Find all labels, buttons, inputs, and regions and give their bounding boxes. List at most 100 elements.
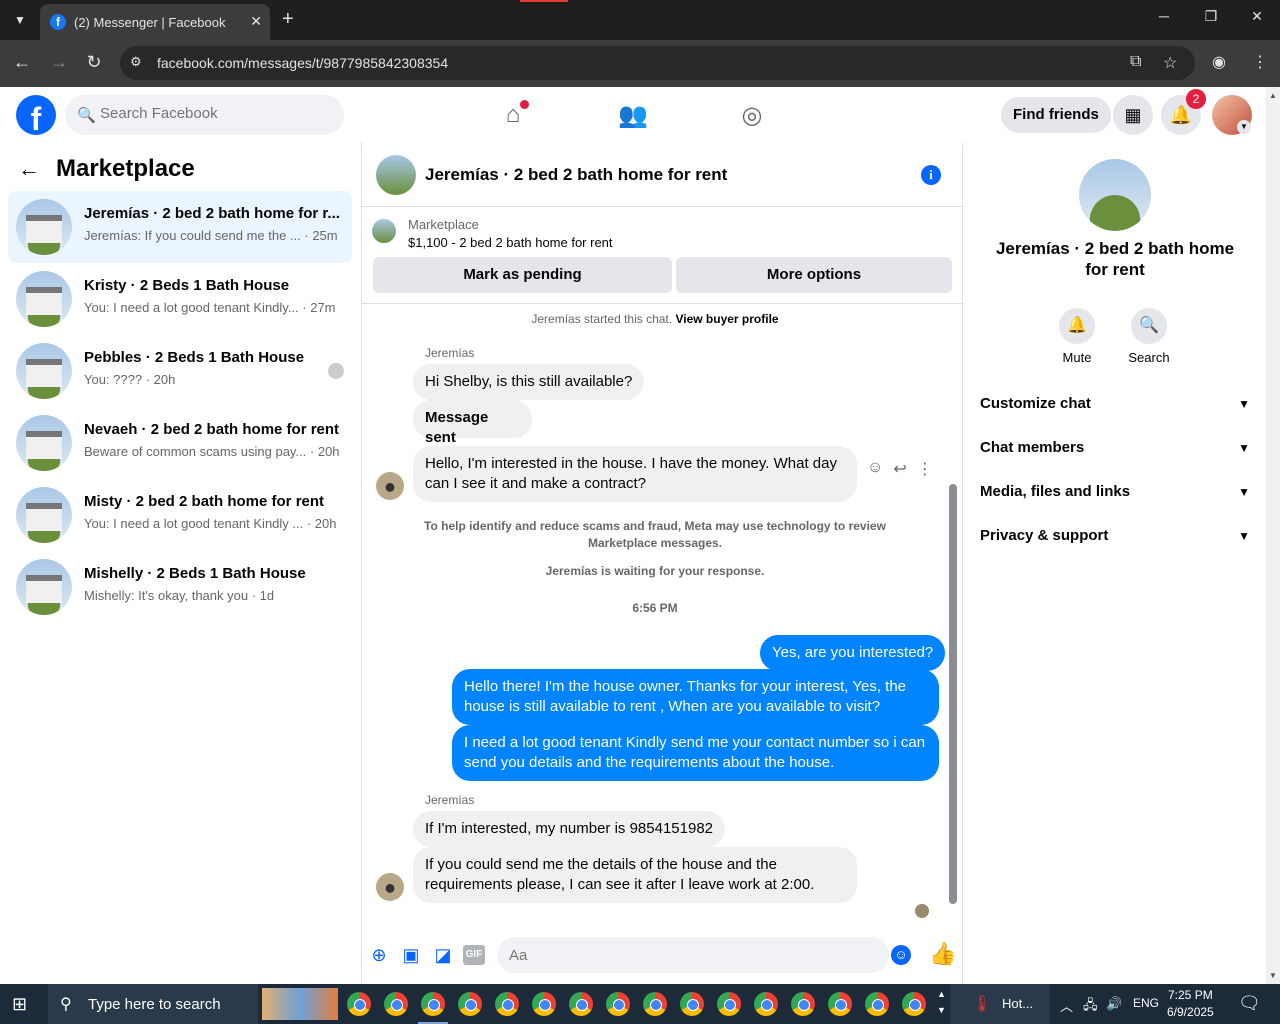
search-chat-button[interactable]: 🔍 Search (1119, 308, 1179, 365)
tab-close-icon[interactable]: ✕ (250, 13, 262, 30)
conversation-item[interactable]: Mishelly · 2 Beds 1 Bath House Mishelly:… (8, 551, 352, 623)
chat-title[interactable]: Jeremías · 2 bed 2 bath home for rent (425, 165, 727, 185)
scroll-up-icon[interactable]: ▲ (1269, 91, 1277, 100)
media-files-links-section[interactable]: Media, files and links ▼ (980, 477, 1250, 507)
chrome-taskbar-icon[interactable] (717, 992, 741, 1016)
language-indicator[interactable]: ENG (1133, 996, 1159, 1010)
browser-menu-icon[interactable]: ⋮ (1252, 52, 1268, 72)
conversation-item[interactable]: Kristy · 2 Beds 1 Bath House You: I need… (8, 263, 352, 335)
chrome-taskbar-icon[interactable] (680, 992, 704, 1016)
network-icon[interactable]: 🖧 (1083, 996, 1098, 1018)
chrome-taskbar-icon[interactable] (828, 992, 852, 1016)
like-icon[interactable]: 👍 (929, 941, 956, 967)
sticker-icon[interactable]: ◪ (433, 945, 453, 965)
chrome-taskbar-icon[interactable] (347, 992, 371, 1016)
sender-avatar[interactable] (376, 472, 404, 500)
site-info-icon[interactable]: ⚙ (130, 54, 142, 70)
facebook-search[interactable]: 🔍 (65, 95, 344, 135)
photo-icon[interactable]: ▣ (401, 945, 421, 965)
conversation-item[interactable]: Nevaeh · 2 bed 2 bath home for rent Bewa… (8, 407, 352, 479)
page-scrollbar[interactable]: ▲ ▼ (1266, 87, 1280, 984)
taskbar-overflow-arrows-icon[interactable]: ▲ ▼ (937, 986, 946, 1018)
bookmark-star-icon[interactable]: ☆ (1163, 53, 1177, 73)
address-bar[interactable]: ⚙ facebook.com/messages/t/98779858423083… (120, 46, 1195, 80)
incoming-message[interactable]: If I'm interested, my number is 98541519… (413, 811, 726, 847)
menu-grid-icon[interactable]: ▦ (1113, 95, 1153, 135)
back-icon[interactable]: ← (10, 52, 34, 73)
action-center-icon[interactable]: 🗨 (1238, 993, 1261, 1014)
listing-thumbnail (16, 559, 72, 615)
chrome-taskbar-icon[interactable] (495, 992, 519, 1016)
find-friends-button[interactable]: Find friends (1001, 97, 1111, 133)
chat-members-section[interactable]: Chat members ▼ (980, 433, 1250, 463)
chrome-taskbar-icon[interactable] (569, 992, 593, 1016)
account-chevron-icon[interactable]: ▼ (1237, 120, 1251, 134)
facebook-logo[interactable]: f (16, 95, 56, 135)
chrome-taskbar-icon[interactable] (384, 992, 408, 1016)
reload-icon[interactable]: ↻ (82, 52, 106, 73)
restore-icon[interactable]: ❐ (1199, 8, 1223, 25)
browser-tab[interactable]: f (2) Messenger | Facebook ✕ (40, 4, 270, 40)
message-input[interactable] (497, 937, 889, 973)
incoming-message[interactable]: If you could send me the details of the … (413, 847, 857, 903)
close-window-icon[interactable]: ✕ (1245, 8, 1269, 25)
react-icon[interactable]: ☺ (867, 459, 883, 479)
taskbar-widget-image[interactable] (262, 988, 338, 1020)
outgoing-message[interactable]: I need a lot good tenant Kindly send me … (452, 725, 939, 781)
chat-scrollbar[interactable] (947, 308, 957, 908)
chrome-taskbar-icon[interactable] (606, 992, 630, 1016)
sender-avatar[interactable] (376, 873, 404, 901)
scroll-down-icon[interactable]: ▼ (1269, 971, 1277, 980)
windows-taskbar: ⊞ ⚲ Type here to search ▲ ▼ 🌡 Hot... ︿ 🖧 … (0, 984, 1280, 1024)
chrome-taskbar-icon[interactable] (458, 992, 482, 1016)
tray-chevron-up-icon[interactable]: ︿ (1060, 996, 1073, 1015)
incoming-message[interactable]: Message sent (413, 400, 532, 446)
chrome-taskbar-icon[interactable] (791, 992, 815, 1016)
gif-icon[interactable]: GIF (463, 945, 485, 965)
chrome-taskbar-icon[interactable] (421, 992, 445, 1016)
reply-icon[interactable]: ↩ (893, 459, 906, 479)
taskbar-search[interactable]: ⚲ Type here to search (48, 984, 258, 1024)
minimize-icon[interactable]: ─ (1152, 8, 1176, 24)
view-buyer-profile-link[interactable]: View buyer profile (675, 312, 778, 326)
privacy-support-section[interactable]: Privacy & support ▼ (980, 521, 1250, 551)
conversation-item[interactable]: Jeremías · 2 bed 2 bath home for r... Je… (8, 191, 352, 263)
info-icon[interactable]: i (921, 165, 941, 185)
more-icon[interactable]: ⋮ (917, 459, 933, 479)
outgoing-message[interactable]: Yes, are you interested? (760, 635, 946, 671)
back-arrow-icon[interactable]: ← (18, 156, 40, 182)
conversation-title: Kristy · 2 Beds 1 Bath House (84, 277, 290, 294)
outgoing-message[interactable]: Hello there! I'm the house owner. Thanks… (452, 669, 939, 725)
groups-icon[interactable]: ◎ (737, 101, 767, 129)
clock-time: 7:25 PM (1168, 988, 1213, 1002)
conversation-item[interactable]: Pebbles · 2 Beds 1 Bath House You: ???? … (8, 335, 352, 407)
add-icon[interactable]: ⊕ (369, 945, 389, 965)
weather-widget[interactable]: 🌡 Hot... (950, 984, 1050, 1024)
incoming-message[interactable]: Hello, I'm interested in the house. I ha… (413, 446, 857, 502)
more-options-button[interactable]: More options (676, 257, 952, 293)
new-tab-icon[interactable]: + (282, 8, 294, 31)
chrome-taskbar-icon[interactable] (902, 992, 926, 1016)
conversation-item[interactable]: Misty · 2 bed 2 bath home for rent You: … (8, 479, 352, 551)
chrome-taskbar-icon[interactable] (532, 992, 556, 1016)
chrome-taskbar-icon[interactable] (754, 992, 778, 1016)
customize-chat-section[interactable]: Customize chat ▼ (980, 389, 1250, 419)
forward-icon[interactable]: → (47, 52, 71, 73)
chat-scroll-thumb[interactable] (949, 484, 957, 904)
incoming-message[interactable]: Hi Shelby, is this still available? (413, 364, 645, 400)
volume-icon[interactable]: 🔊 (1106, 996, 1122, 1012)
taskbar-clock[interactable]: 7:25 PM 6/9/2025 (1167, 987, 1214, 1021)
install-app-icon[interactable]: ⧉ (1130, 53, 1141, 71)
emoji-icon[interactable]: ☺ (891, 945, 911, 965)
listing-photo[interactable] (1079, 159, 1151, 231)
mute-button[interactable]: 🔔 Mute (1047, 308, 1107, 365)
mark-as-pending-button[interactable]: Mark as pending (373, 257, 672, 293)
chat-listing-thumbnail[interactable] (376, 155, 416, 195)
friends-icon[interactable]: 👥 (618, 101, 648, 129)
windows-start-icon[interactable]: ⊞ (12, 994, 32, 1014)
facebook-search-input[interactable] (100, 105, 320, 122)
browser-profile-icon[interactable]: ◉ (1212, 52, 1226, 72)
chrome-taskbar-icon[interactable] (865, 992, 889, 1016)
tab-search-chevron-icon[interactable]: ▼ (8, 8, 32, 32)
chrome-taskbar-icon[interactable] (643, 992, 667, 1016)
